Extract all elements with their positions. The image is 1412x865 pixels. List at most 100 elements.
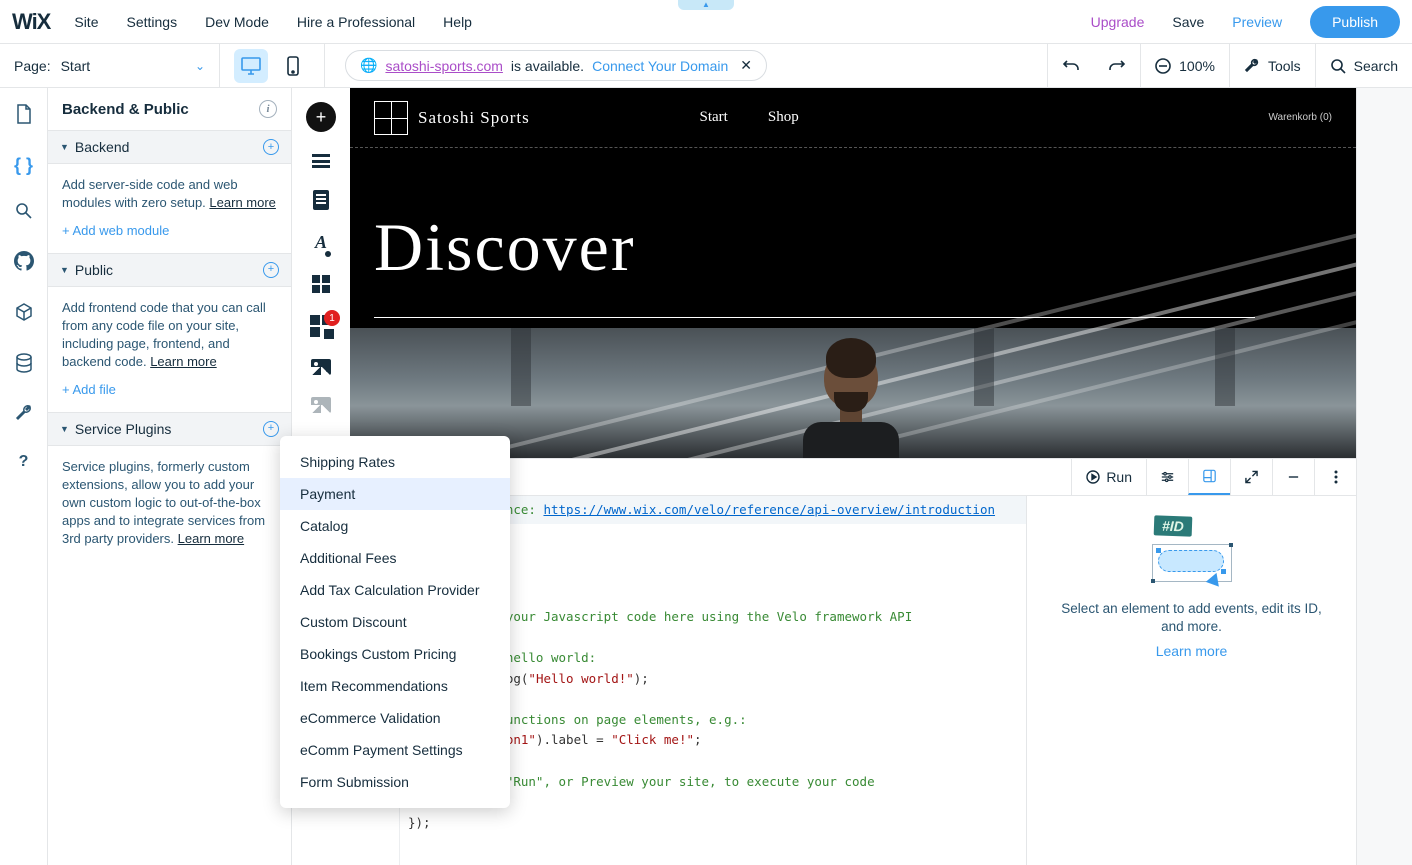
play-icon <box>1086 470 1100 484</box>
undo-button[interactable] <box>1047 44 1094 87</box>
right-scrollbar-gutter[interactable] <box>1356 88 1412 865</box>
rail-search-icon[interactable] <box>15 202 33 225</box>
public-section-header[interactable]: ▼ Public + <box>48 253 291 287</box>
canvas[interactable]: Satoshi Sports Start Shop Warenkorb (0) … <box>350 88 1356 458</box>
public-label: Public <box>75 262 113 278</box>
rail-github-icon[interactable] <box>14 251 34 276</box>
chevron-down-icon: ⌄ <box>195 59 205 73</box>
run-button[interactable]: Run <box>1071 459 1146 495</box>
rail-package-icon[interactable] <box>14 302 34 327</box>
rail-help-icon[interactable]: ? <box>19 453 29 471</box>
triangle-down-icon: ▼ <box>60 265 69 275</box>
secondary-toolbar: Page: Start ⌄ 🌐 satoshi-sports.com is av… <box>0 44 1412 88</box>
pull-down-tab[interactable]: ▲ <box>678 0 734 10</box>
site-nav: Start Shop <box>700 109 799 126</box>
top-menu: Site Settings Dev Mode Hire a Profession… <box>74 14 472 30</box>
sliders-icon <box>1161 470 1174 484</box>
zoom-control[interactable]: 100% <box>1140 44 1229 87</box>
apps-tool[interactable] <box>312 275 330 293</box>
popup-item-bookings-pricing[interactable]: Bookings Custom Pricing <box>280 638 510 670</box>
code-panel: Backend & Public i ▼ Backend + Add serve… <box>48 88 292 865</box>
mobile-view-button[interactable] <box>276 49 310 83</box>
pages-tool[interactable] <box>313 190 329 210</box>
id-badge-icon: #ID <box>1153 515 1191 536</box>
backend-section-header[interactable]: ▼ Backend + <box>48 130 291 164</box>
popup-item-recommendations[interactable]: Item Recommendations <box>280 670 510 702</box>
tools-button[interactable]: Tools <box>1229 44 1315 87</box>
preview-button[interactable]: Preview <box>1232 14 1282 30</box>
inspector-learn-more[interactable]: Learn more <box>1156 643 1228 659</box>
connect-domain-link[interactable]: Connect Your Domain <box>592 58 728 74</box>
rail-database-icon[interactable] <box>15 353 33 378</box>
minimize-button[interactable] <box>1272 459 1314 495</box>
popup-item-additional-fees[interactable]: Additional Fees <box>280 542 510 574</box>
popup-item-shipping-rates[interactable]: Shipping Rates <box>280 446 510 478</box>
save-button[interactable]: Save <box>1172 14 1204 30</box>
add-element-button[interactable]: + <box>306 102 336 132</box>
run-label: Run <box>1106 469 1132 485</box>
redo-icon <box>1108 57 1126 75</box>
domain-chip: 🌐 satoshi-sports.com is available. Conne… <box>345 50 767 81</box>
popup-item-form-submission[interactable]: Form Submission <box>280 766 510 798</box>
popup-item-payment[interactable]: Payment <box>280 478 510 510</box>
site-cart[interactable]: Warenkorb (0) <box>1268 112 1332 123</box>
popup-item-catalog[interactable]: Catalog <box>280 510 510 542</box>
add-backend-icon[interactable]: + <box>263 139 279 155</box>
device-switcher <box>220 44 325 87</box>
expand-button[interactable] <box>1230 459 1272 495</box>
app-market-tool[interactable]: 1 <box>310 315 332 337</box>
inspector-graphic: #ID <box>1150 516 1234 586</box>
redo-button[interactable] <box>1094 44 1140 87</box>
more-button[interactable] <box>1314 459 1356 495</box>
globe-icon: 🌐 <box>360 57 377 74</box>
domain-name[interactable]: satoshi-sports.com <box>385 58 502 74</box>
service-plugins-section-header[interactable]: ▼ Service Plugins + <box>48 412 291 446</box>
hero-section: Discover <box>350 148 1356 358</box>
public-learn-more[interactable]: Learn more <box>150 354 216 369</box>
publish-button[interactable]: Publish <box>1310 6 1400 38</box>
add-service-plugin-icon[interactable]: + <box>263 421 279 437</box>
nav-shop[interactable]: Shop <box>768 109 799 126</box>
add-web-module-link[interactable]: + Add web module <box>62 222 277 240</box>
menu-dev-mode[interactable]: Dev Mode <box>205 14 269 30</box>
desktop-icon <box>241 57 261 75</box>
properties-panel-button[interactable] <box>1188 459 1230 495</box>
panel-title-text: Backend & Public <box>62 101 189 118</box>
info-icon[interactable]: i <box>259 100 277 118</box>
backend-body: Add server-side code and web modules wit… <box>48 164 291 253</box>
properties-panel: #ID Select an element to add events, edi… <box>1026 496 1356 865</box>
rail-file-icon[interactable] <box>15 104 33 129</box>
inspector-text: Select an element to add events, edit it… <box>1051 600 1332 638</box>
menu-settings[interactable]: Settings <box>126 14 177 30</box>
tools-label: Tools <box>1268 58 1301 74</box>
rail-braces-icon[interactable]: { } <box>14 155 33 176</box>
add-public-icon[interactable]: + <box>263 262 279 278</box>
nav-start[interactable]: Start <box>700 109 728 126</box>
popup-item-ecomm-payment-settings[interactable]: eComm Payment Settings <box>280 734 510 766</box>
upgrade-link[interactable]: Upgrade <box>1091 14 1145 30</box>
theme-tool[interactable]: A <box>315 232 327 253</box>
backend-learn-more[interactable]: Learn more <box>209 195 275 210</box>
top-right: Upgrade Save Preview Publish <box>1091 6 1400 38</box>
close-icon[interactable]: ✕ <box>740 57 752 74</box>
toolbar-right: 100% Tools Search <box>1047 44 1412 87</box>
hero-underline <box>374 317 1255 318</box>
menu-hire-pro[interactable]: Hire a Professional <box>297 14 415 30</box>
search-button[interactable]: Search <box>1315 44 1412 87</box>
rail-wrench-icon[interactable] <box>15 404 33 427</box>
desktop-view-button[interactable] <box>234 49 268 83</box>
domain-available-text: is available. <box>511 58 584 74</box>
person-graphic <box>803 348 899 458</box>
editor-settings-button[interactable] <box>1146 459 1188 495</box>
menu-help[interactable]: Help <box>443 14 472 30</box>
add-file-link[interactable]: + Add file <box>62 381 277 399</box>
service-plugins-learn-more[interactable]: Learn more <box>178 531 244 546</box>
media-tool[interactable] <box>311 359 331 375</box>
media-tool-2[interactable] <box>311 397 331 413</box>
popup-item-tax-provider[interactable]: Add Tax Calculation Provider <box>280 574 510 606</box>
menu-site[interactable]: Site <box>74 14 98 30</box>
popup-item-ecommerce-validation[interactable]: eCommerce Validation <box>280 702 510 734</box>
sections-tool[interactable] <box>312 154 330 168</box>
page-selector[interactable]: Page: Start ⌄ <box>0 44 220 87</box>
popup-item-custom-discount[interactable]: Custom Discount <box>280 606 510 638</box>
